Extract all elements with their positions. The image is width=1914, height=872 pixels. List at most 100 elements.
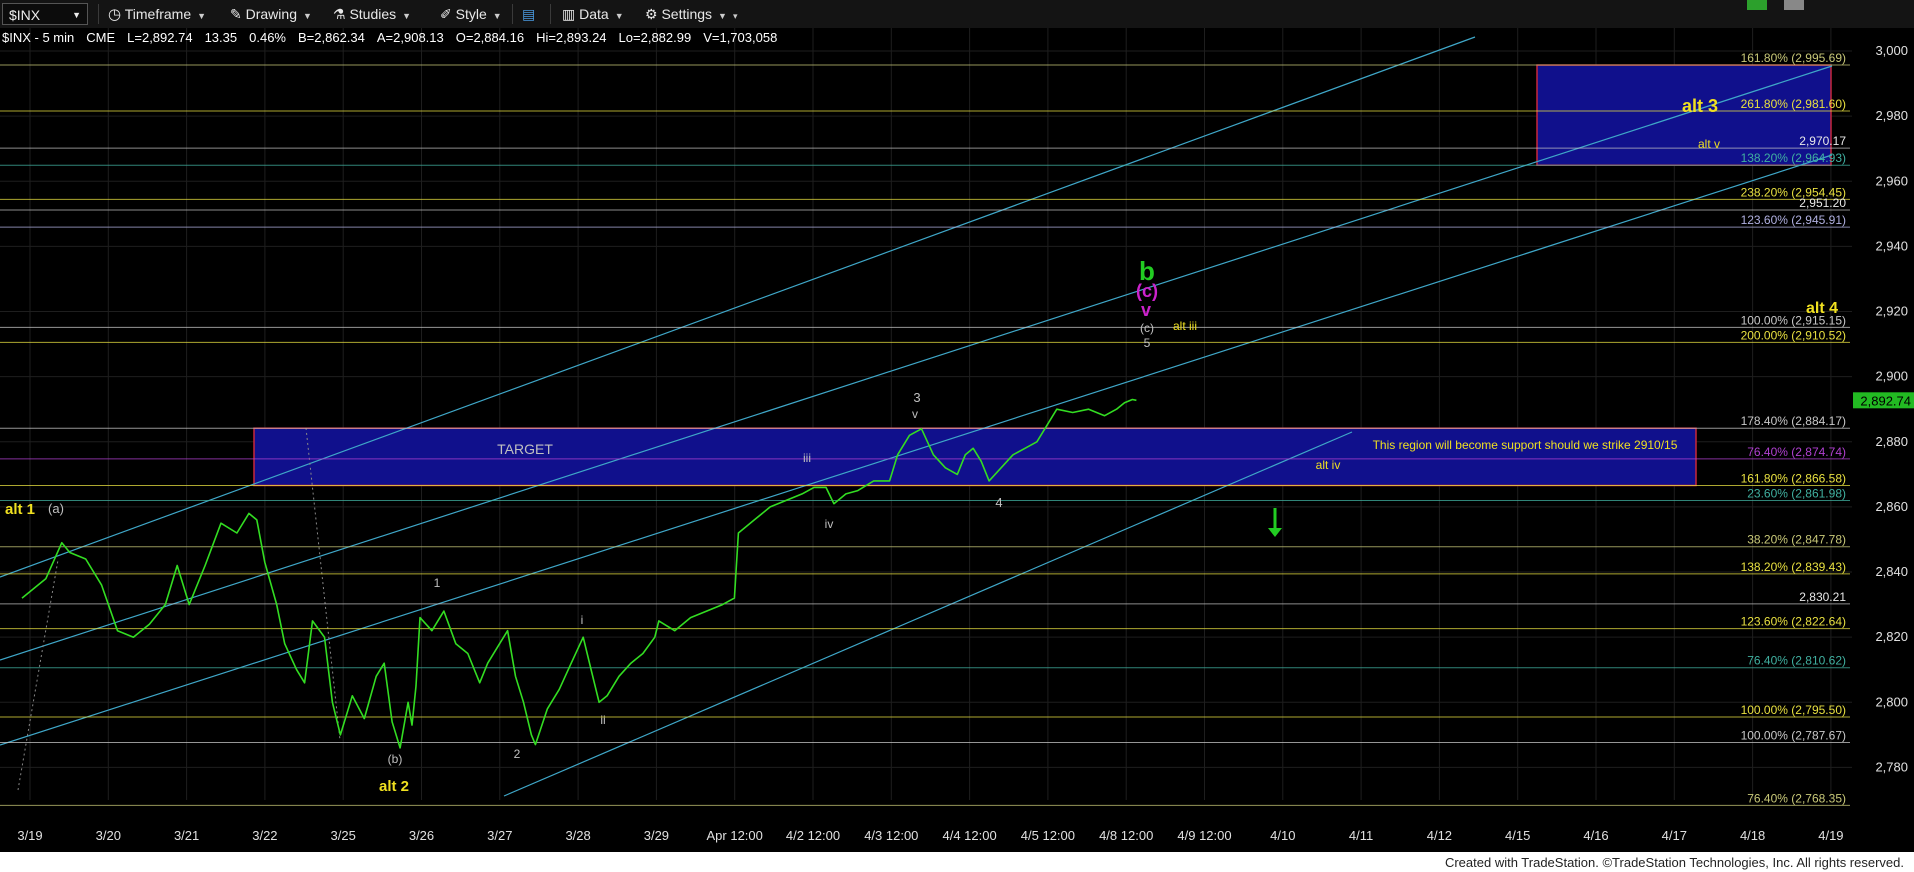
studies-menu[interactable]: ⚗ Studies ▼: [333, 4, 411, 24]
style-label: Style: [455, 6, 487, 22]
target-zone-box: [253, 427, 1697, 487]
bar-chart-icon: ▥: [562, 6, 576, 22]
copyright-footer: Created with TradeStation. ©TradeStation…: [1434, 855, 1904, 870]
grey-status-button[interactable]: [1784, 0, 1804, 10]
x-tick-label: 3/22: [252, 828, 277, 843]
x-tick-label: 3/28: [565, 828, 590, 843]
flask-icon: ⚗: [333, 6, 346, 22]
x-tick-label: 4/5 12:00: [1021, 828, 1075, 843]
y-tick-label: 2,800: [1875, 694, 1908, 709]
wave-label: 5: [1144, 336, 1151, 350]
style-menu[interactable]: ✐ Style ▼: [440, 4, 502, 24]
chevron-down-icon: ▾: [732, 11, 738, 21]
chevron-down-icon: ▼: [302, 11, 312, 21]
y-tick-label: 2,820: [1875, 629, 1908, 644]
y-tick-label: 2,960: [1875, 173, 1908, 188]
x-tick-label: 3/27: [487, 828, 512, 843]
fib-label: 161.80% (2,866.58): [1741, 471, 1846, 485]
x-tick-label: 4/12: [1427, 828, 1452, 843]
fib-label: 138.20% (2,964.93): [1741, 151, 1846, 165]
clock-icon: ◷: [108, 6, 122, 23]
x-tick-label: 3/20: [96, 828, 121, 843]
chevron-down-icon: ▼: [718, 11, 727, 21]
quote-symbol: $INX - 5 min: [2, 30, 75, 45]
wave-label: 4: [995, 495, 1002, 510]
x-tick-label: 3/19: [17, 828, 42, 843]
x-tick-label: 4/18: [1740, 828, 1765, 843]
wave-label: ii: [600, 713, 605, 727]
wave-label: (a): [48, 501, 64, 516]
layout-icon[interactable]: ▤: [522, 4, 535, 24]
settings-label: Settings: [661, 6, 713, 22]
last-price-label: 2,892.74: [1860, 393, 1911, 408]
x-tick-label: 4/8 12:00: [1099, 828, 1153, 843]
price-chart[interactable]: 161.80% (2,995.69)261.80% (2,981.60)138.…: [0, 28, 1914, 852]
green-status-button[interactable]: [1747, 0, 1767, 10]
wave-label: alt 1: [5, 501, 35, 518]
chevron-down-icon: ▼: [492, 11, 502, 21]
quote-open: O=2,884.16: [455, 30, 525, 45]
x-tick-label: 3/26: [409, 828, 434, 843]
y-tick-label: 2,840: [1875, 564, 1908, 579]
wave-label: alt 3: [1682, 96, 1718, 116]
fib-label: 161.80% (2,995.69): [1741, 51, 1846, 65]
x-tick-label: 4/10: [1270, 828, 1295, 843]
fib-label: 200.00% (2,910.52): [1741, 328, 1846, 342]
fib-label: 76.40% (2,874.74): [1747, 445, 1846, 459]
studies-label: Studies: [349, 6, 397, 22]
timeframe-menu[interactable]: ◷ Timeframe ▼: [108, 4, 206, 24]
fib-label: 178.40% (2,884.17): [1741, 414, 1846, 428]
quote-last: L=2,892.74: [127, 30, 193, 45]
settings-menu[interactable]: ⚙ Settings ▼ ▾: [645, 4, 738, 24]
wave-label: 2: [514, 747, 521, 761]
x-tick-label: 3/25: [331, 828, 356, 843]
level-label: 2,970.17: [1799, 134, 1846, 148]
wave-label: 1: [434, 576, 441, 590]
x-tick-label: 4/4 12:00: [942, 828, 996, 843]
wave-label: (c): [1136, 281, 1158, 301]
quote-bar: $INX - 5 min CME L=2,892.74 13.35 0.46% B=2,8…: [2, 30, 789, 45]
y-tick-label: 2,780: [1875, 759, 1908, 774]
wave-label: alt 4: [1806, 300, 1838, 317]
drawing-menu[interactable]: ✎ Drawing ▼: [230, 4, 312, 24]
wave-label: iv: [825, 517, 834, 531]
fib-label: 100.00% (2,787.67): [1741, 728, 1846, 742]
fib-label: 123.60% (2,945.91): [1741, 213, 1846, 227]
wave-label: alt iii: [1173, 319, 1197, 333]
pencil-icon: ✎: [230, 6, 242, 22]
x-tick-label: 3/21: [174, 828, 199, 843]
quote-volume: V=1,703,058: [703, 30, 778, 45]
quote-change: 13.35: [204, 30, 238, 45]
wave-label: This region will become support should w…: [1373, 438, 1678, 452]
x-tick-label: 4/9 12:00: [1177, 828, 1231, 843]
data-menu[interactable]: ▥ Data ▼: [562, 4, 624, 24]
level-label: 2,830.21: [1799, 590, 1846, 604]
y-tick-label: 2,980: [1875, 108, 1908, 123]
quote-bid: B=2,862.34: [298, 30, 365, 45]
fib-label: 76.40% (2,810.62): [1747, 654, 1846, 668]
chevron-down-icon: ▼: [72, 10, 81, 20]
wave-label: v: [912, 407, 918, 421]
x-tick-label: 4/16: [1583, 828, 1608, 843]
fib-label: 261.80% (2,981.60): [1741, 97, 1846, 111]
quote-exchange: CME: [86, 30, 116, 45]
quote-change-pct: 0.46%: [249, 30, 286, 45]
wave-label: (b): [388, 752, 403, 766]
x-tick-label: 4/3 12:00: [864, 828, 918, 843]
x-tick-label: Apr 12:00: [707, 828, 763, 843]
x-tick-label: 3/29: [644, 828, 669, 843]
wave-label: iii: [803, 451, 811, 465]
symbol-input[interactable]: $INX ▼: [2, 3, 88, 25]
symbol-value: $INX: [9, 7, 41, 23]
fib-label: 38.20% (2,847.78): [1747, 533, 1846, 547]
y-tick-label: 2,920: [1875, 304, 1908, 319]
y-tick-label: 2,860: [1875, 499, 1908, 514]
y-tick-label: 2,900: [1875, 369, 1908, 384]
quote-ask: A=2,908.13: [376, 30, 444, 45]
y-tick-label: 2,940: [1875, 238, 1908, 253]
wave-label: TARGET: [497, 441, 553, 457]
x-tick-label: 4/2 12:00: [786, 828, 840, 843]
wave-label: alt iv: [1316, 458, 1341, 472]
fib-label: 100.00% (2,795.50): [1741, 703, 1846, 717]
drawing-label: Drawing: [245, 6, 297, 22]
